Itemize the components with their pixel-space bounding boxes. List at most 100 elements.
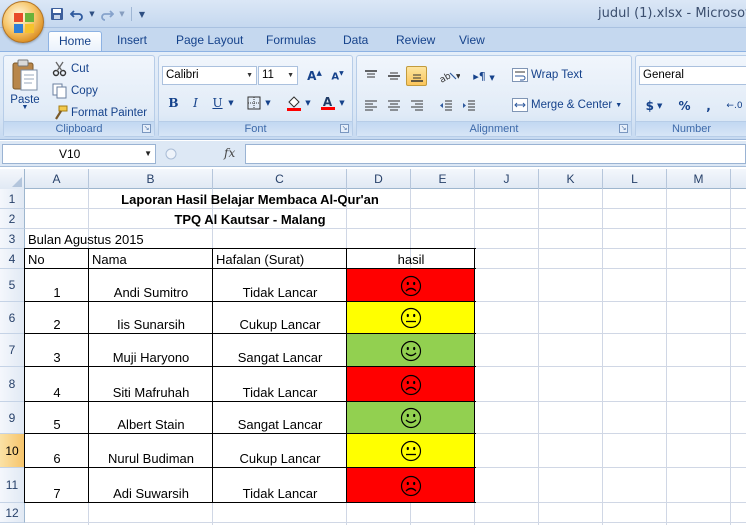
tab-formulas[interactable]: Formulas (256, 31, 326, 52)
font-color-dropdown[interactable]: ▼ (337, 93, 347, 113)
row-header-8[interactable]: 8 (0, 367, 25, 402)
tab-page-layout[interactable]: Page Layout (166, 31, 253, 52)
row-header-4[interactable]: 4 (0, 249, 25, 269)
number-format-select[interactable]: General (639, 66, 746, 85)
insert-function-icon[interactable]: fx (224, 146, 235, 160)
increase-indent-button[interactable] (458, 96, 479, 116)
font-color-icon: A (322, 94, 333, 109)
align-left-button[interactable] (360, 96, 381, 116)
save-icon[interactable] (48, 5, 66, 23)
format-painter-label: Format Painter (71, 107, 148, 119)
cell-hafalan: Cukup Lancar (239, 451, 321, 466)
wrap-text-button[interactable]: Wrap Text (512, 68, 582, 82)
tab-home[interactable]: Home (48, 31, 103, 52)
customize-icon[interactable]: ▼ (137, 5, 147, 23)
column-header-l[interactable]: L (603, 169, 667, 189)
table-border (25, 248, 476, 249)
column-header-next[interactable] (731, 169, 746, 189)
select-all-corner[interactable] (0, 169, 25, 189)
fill-color-dropdown[interactable]: ▼ (303, 93, 313, 113)
alignment-dialog-launcher[interactable]: ↘ (619, 124, 628, 133)
column-header-e[interactable]: E (411, 169, 475, 189)
formula-bar-resize-icon[interactable] (164, 147, 178, 161)
tab-insert[interactable]: Insert (107, 31, 157, 52)
bold-icon: B (168, 96, 179, 110)
row-header-3[interactable]: 3 (0, 229, 25, 249)
redo-dropdown-icon[interactable]: ▼ (118, 5, 126, 23)
header-nama: Nama (92, 252, 127, 267)
merge-center-button[interactable]: Merge & Center ▼ (512, 98, 622, 112)
office-button[interactable] (2, 1, 44, 43)
align-center-button[interactable] (383, 96, 404, 116)
column-header-c[interactable]: C (213, 169, 347, 189)
row-header-12[interactable]: 12 (0, 503, 25, 523)
chevron-down-icon[interactable]: ▼ (144, 145, 152, 163)
align-bottom-button[interactable] (406, 66, 427, 86)
formula-input[interactable] (245, 144, 746, 164)
font-name-select[interactable]: Calibri ▼ (162, 66, 257, 85)
name-box[interactable]: V10 ▼ (2, 144, 156, 164)
redo-icon[interactable] (98, 5, 116, 23)
decrease-indent-button[interactable] (435, 96, 456, 116)
tab-review[interactable]: Review (386, 31, 445, 52)
undo-dropdown-icon[interactable]: ▼ (88, 5, 96, 23)
underline-dropdown[interactable]: ▼ (226, 93, 236, 113)
tab-data[interactable]: Data (333, 31, 378, 52)
cell-nama: Nurul Budiman (108, 451, 194, 466)
align-top-button[interactable] (360, 66, 381, 86)
row-header-11[interactable]: 11 (0, 468, 25, 503)
cell-no: 6 (53, 451, 61, 466)
row-header-10[interactable]: 10 (0, 434, 25, 468)
title-bar: ▼ ▼ ▼ judul (1).xlsx - Microsoft E (0, 0, 746, 28)
format-painter-button[interactable]: Format Painter (52, 105, 147, 121)
copy-label: Copy (71, 85, 98, 97)
currency-button[interactable]: $ ▼ (640, 96, 668, 116)
column-header-j[interactable]: J (475, 169, 539, 189)
paste-dropdown-icon[interactable]: ▼ (22, 104, 29, 111)
column-header-b[interactable]: B (89, 169, 213, 189)
font-color-button[interactable]: A (317, 93, 338, 113)
cell-hafalan: Tidak Lancar (242, 486, 318, 501)
align-middle-button[interactable] (383, 66, 404, 86)
row-header-5[interactable]: 5 (0, 269, 25, 302)
row-header-1[interactable]: 1 (0, 189, 25, 209)
grow-font-button[interactable]: A▲ (304, 66, 325, 86)
table-border (25, 467, 476, 468)
paste-button[interactable]: Paste ▼ (10, 59, 40, 111)
column-header-a[interactable]: A (25, 169, 89, 189)
row-header-6[interactable]: 6 (0, 302, 25, 334)
cell-hafalan: Tidak Lancar (242, 285, 318, 300)
borders-button[interactable] (243, 93, 264, 113)
currency-icon: $ (645, 99, 654, 113)
worksheet-grid[interactable]: A B C D E J K L M 1 2 3 4 5 6 7 8 9 10 11 12 Lapora… (0, 169, 746, 525)
cut-button[interactable]: Cut (52, 61, 89, 77)
align-right-button[interactable] (406, 96, 427, 116)
cell-no: 3 (53, 350, 61, 365)
font-dialog-launcher[interactable]: ↘ (340, 124, 349, 133)
orientation-button[interactable]: ab ▼ (435, 66, 463, 86)
bold-button[interactable]: B (163, 93, 184, 113)
increase-decimal-button[interactable]: ←.0 (724, 96, 745, 116)
font-size-select[interactable]: 11 ▼ (258, 66, 298, 85)
text-direction-button[interactable]: ▸¶ ▼ (469, 66, 499, 86)
clipboard-dialog-launcher[interactable]: ↘ (142, 124, 151, 133)
underline-button[interactable]: U (207, 93, 228, 113)
borders-dropdown[interactable]: ▼ (263, 93, 273, 113)
header-hasil: hasil (397, 252, 425, 267)
row-header-7[interactable]: 7 (0, 334, 25, 367)
column-header-m[interactable]: M (667, 169, 731, 189)
table-border (25, 433, 476, 434)
row-header-2[interactable]: 2 (0, 209, 25, 229)
row-header-9[interactable]: 9 (0, 402, 25, 434)
fill-color-button[interactable] (283, 93, 304, 113)
comma-style-button[interactable]: , (698, 96, 719, 116)
undo-icon[interactable] (68, 5, 86, 23)
italic-button[interactable]: I (185, 93, 206, 113)
copy-button[interactable]: Copy (52, 83, 98, 99)
column-header-d[interactable]: D (347, 169, 411, 189)
cell-nama: Adi Suwarsih (113, 486, 189, 501)
shrink-font-button[interactable]: A▼ (327, 66, 348, 86)
tab-view[interactable]: View (449, 31, 495, 52)
percent-button[interactable]: % (674, 96, 695, 116)
column-header-k[interactable]: K (539, 169, 603, 189)
